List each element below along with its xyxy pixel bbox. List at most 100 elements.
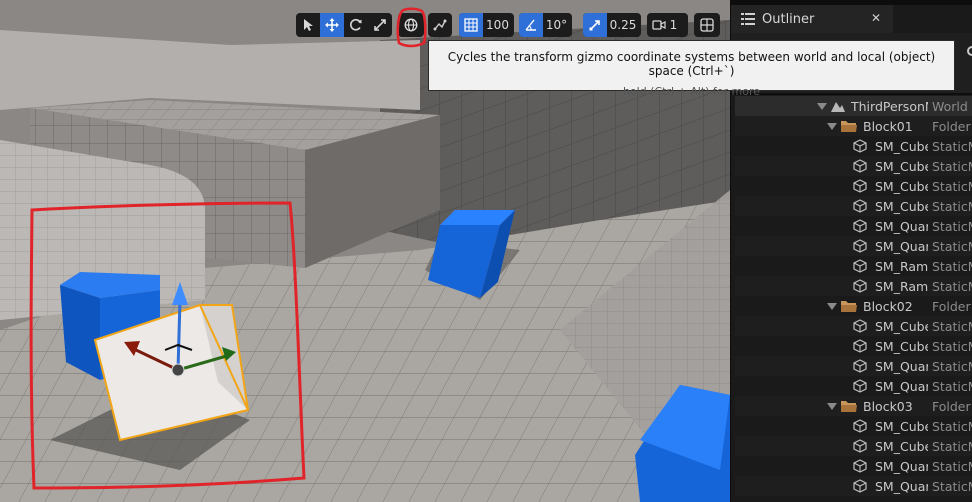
outliner-actor-row[interactable]: SM_RampStaticMeshActor <box>735 256 972 276</box>
move-arrows-icon <box>325 18 339 32</box>
outliner-actor-row[interactable]: SM_QuarterCylinderStaticMeshActor <box>735 356 972 376</box>
outliner-item-type: StaticMeshActor <box>932 358 972 374</box>
static-mesh-icon <box>853 239 867 253</box>
scale-snap-toggle[interactable] <box>583 13 607 37</box>
outliner-item-type: StaticMeshActor <box>932 158 972 174</box>
static-mesh-icon <box>853 259 867 273</box>
scale-snap-group: 0.25 <box>583 13 641 37</box>
outliner-item-type: Folder <box>932 118 971 134</box>
rotate-icon <box>350 19 362 31</box>
static-mesh-icon <box>853 379 867 393</box>
outliner-item-label: Block03 <box>863 398 913 414</box>
scale-mode-button[interactable] <box>368 13 392 37</box>
close-icon[interactable]: ✕ <box>871 11 881 25</box>
transform-mode-group <box>296 13 392 37</box>
select-mode-button[interactable] <box>296 13 320 37</box>
outliner-tab[interactable]: Outliner ✕ <box>731 5 893 33</box>
outliner-item-label: SM_QuarterCylinder <box>875 238 928 254</box>
expand-arrow-icon[interactable] <box>827 403 837 410</box>
rotation-snap-toggle[interactable] <box>519 13 543 37</box>
translate-mode-button[interactable] <box>320 13 344 37</box>
grid-snap-group: 100 <box>459 13 514 37</box>
outliner-item-label: SM_Cube <box>875 158 928 174</box>
outliner-actor-row[interactable]: SM_QuarterCylinderStaticMeshActor <box>735 236 972 256</box>
surface-snapping-button[interactable] <box>428 13 452 37</box>
outliner-item-type: StaticMeshActor <box>932 178 972 194</box>
cursor-icon <box>304 19 313 31</box>
outliner-item-label: SM_QuarterCylinder <box>875 358 928 374</box>
rotation-snap-group: 10° <box>519 13 572 37</box>
outliner-actor-row[interactable]: SM_CubeStaticMeshActor <box>735 136 972 156</box>
outliner-actor-row[interactable]: SM_CubeStaticMeshActor <box>735 416 972 436</box>
outliner-item-label: SM_QuarterCylinder <box>875 218 928 234</box>
static-mesh-icon <box>853 159 867 173</box>
outliner-actor-row[interactable]: SM_CubeStaticMeshActor <box>735 316 972 336</box>
outliner-item-label: SM_Ramp <box>875 278 928 294</box>
outliner-item-type: StaticMeshActor <box>932 238 972 254</box>
outliner-actor-row[interactable]: SM_QuarterCylinderStaticMeshActor <box>735 456 972 476</box>
outliner-actor-row[interactable]: SM_CubeStaticMeshActor <box>735 196 972 216</box>
static-mesh-icon <box>853 279 867 293</box>
outliner-folder-row[interactable]: Block03 Folder <box>735 396 972 416</box>
outliner-actor-row[interactable]: SM_QuarterCylinderStaticMeshActor <box>735 216 972 236</box>
outliner-item-label: ThirdPersonMap <box>851 98 928 114</box>
expand-arrow-icon[interactable] <box>827 123 837 130</box>
rotation-snap-value[interactable]: 10° <box>543 13 572 37</box>
folder-icon <box>841 121 857 132</box>
camera-speed-button[interactable]: 1 <box>647 13 688 37</box>
outliner-item-type: StaticMeshActor <box>932 438 972 454</box>
outliner-item-label: Block02 <box>863 298 913 314</box>
coordinate-system-tooltip: Cycles the transform gizmo coordinate sy… <box>428 40 955 98</box>
expand-arrow-icon[interactable] <box>827 303 837 310</box>
folder-icon <box>841 401 857 412</box>
world-icon <box>831 102 845 112</box>
surface-snap-icon <box>433 19 447 31</box>
outliner-actor-row[interactable]: SM_RampStaticMeshActor <box>735 276 972 296</box>
outliner-item-type: StaticMeshActor <box>932 318 972 334</box>
annotation-circle <box>396 7 427 48</box>
outliner-folder-row[interactable]: Block02 Folder <box>735 296 972 316</box>
outliner-actor-row[interactable]: SM_CubeStaticMeshActor <box>735 336 972 356</box>
outliner-item-type: StaticMeshActor <box>932 218 972 234</box>
outliner-item-label: SM_Cube <box>875 438 928 454</box>
static-mesh-icon <box>853 199 867 213</box>
settings-gear-icon[interactable] <box>965 44 972 58</box>
grid-snap-toggle[interactable] <box>459 13 483 37</box>
outliner-item-type: StaticMeshActor <box>932 478 972 494</box>
outliner-item-label: SM_QuarterCylinder <box>875 478 928 494</box>
static-mesh-icon <box>853 319 867 333</box>
outliner-world-row[interactable]: ThirdPersonMapWorld <box>735 96 972 116</box>
outliner-item-label: SM_Cube <box>875 418 928 434</box>
rotate-mode-button[interactable] <box>344 13 368 37</box>
outliner-item-label: SM_QuarterCylinder <box>875 458 928 474</box>
tooltip-sub-text: hold (Ctrl + Alt) for more <box>622 85 761 98</box>
grid-snap-value[interactable]: 100 <box>483 13 514 37</box>
outliner-folder-row[interactable]: Block01 Folder <box>735 116 972 136</box>
static-mesh-icon <box>853 219 867 233</box>
static-mesh-icon <box>853 419 867 433</box>
outliner-item-label: SM_Cube <box>875 198 928 214</box>
outliner-actor-row[interactable]: SM_CubeStaticMeshActor <box>735 436 972 456</box>
layout-group <box>694 13 720 37</box>
expand-arrow-icon[interactable] <box>817 103 827 110</box>
static-mesh-icon <box>853 439 867 453</box>
outliner-item-type: StaticMeshActor <box>932 258 972 274</box>
static-mesh-icon <box>853 359 867 373</box>
camera-icon <box>652 20 666 30</box>
static-mesh-icon <box>853 459 867 473</box>
scale-snap-value[interactable]: 0.25 <box>607 13 641 37</box>
outliner-actor-row[interactable]: SM_CubeStaticMeshActor <box>735 176 972 196</box>
outliner-tab-title: Outliner <box>762 11 815 27</box>
outliner-actor-row[interactable]: SM_QuarterCylinderStaticMeshActor <box>735 476 972 496</box>
outliner-item-label: SM_Ramp <box>875 258 928 274</box>
outliner-actor-row[interactable]: SM_QuarterCylinderStaticMeshActor <box>735 376 972 396</box>
viewport-layout-button[interactable] <box>694 13 720 37</box>
tooltip-main-text: Cycles the transform gizmo coordinate sy… <box>447 50 936 78</box>
outliner-item-label: SM_Cube <box>875 338 928 354</box>
outliner-actor-row[interactable]: SM_CubeStaticMeshActor <box>735 156 972 176</box>
outliner-item-type: StaticMeshActor <box>932 458 972 474</box>
outliner-item-type: StaticMeshActor <box>932 418 972 434</box>
outliner-item-type: StaticMeshActor <box>932 278 972 294</box>
outliner-item-type: World <box>932 98 968 114</box>
outliner-item-label: SM_QuarterCylinder <box>875 378 928 394</box>
